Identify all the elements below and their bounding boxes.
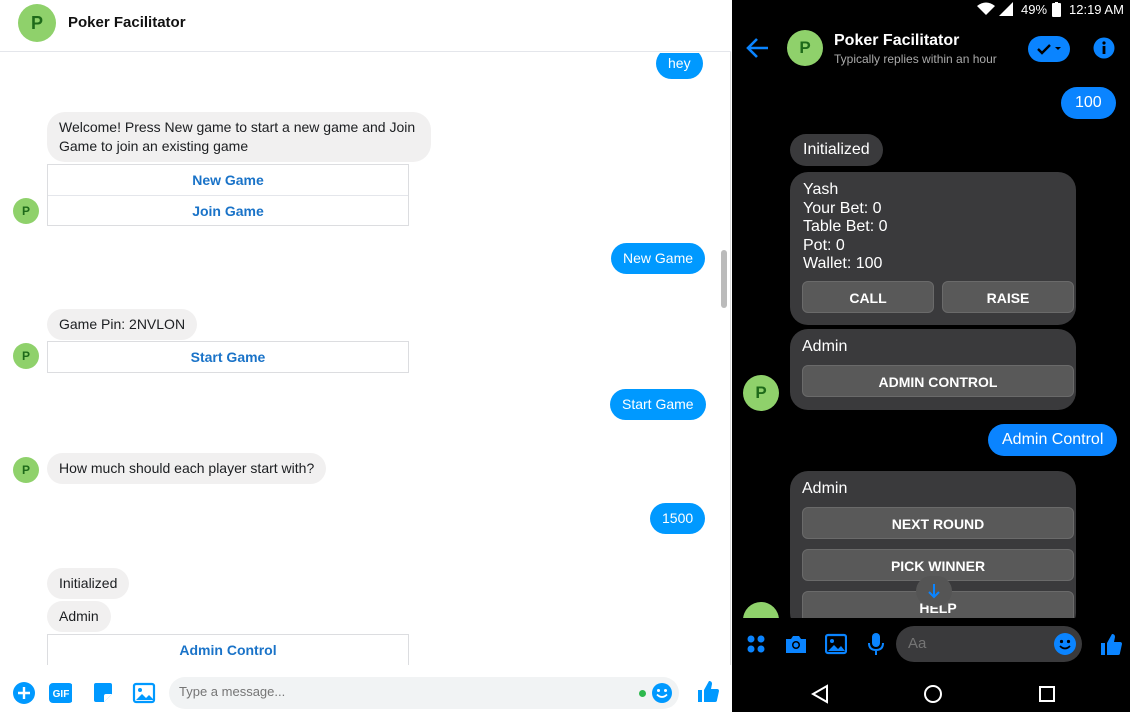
image-icon[interactable] bbox=[824, 633, 848, 660]
player-name: Yash bbox=[803, 181, 839, 198]
outgoing-message: 100 bbox=[1061, 87, 1116, 119]
incoming-message: Initialized bbox=[47, 568, 130, 599]
bot-avatar: P bbox=[743, 375, 779, 411]
raise-button[interactable]: RAISE bbox=[942, 281, 1074, 313]
back-arrow-icon[interactable] bbox=[746, 37, 770, 64]
online-dot bbox=[639, 690, 646, 697]
incoming-message: Initialized bbox=[790, 134, 883, 166]
like-icon[interactable] bbox=[695, 679, 721, 705]
outgoing-message: 1500 bbox=[650, 503, 706, 534]
bot-avatar[interactable]: P bbox=[18, 4, 56, 42]
battery-icon bbox=[1052, 2, 1061, 20]
new-game-button[interactable]: New Game bbox=[48, 165, 408, 195]
bot-avatar: P bbox=[13, 457, 39, 483]
start-game-button[interactable]: Start Game bbox=[48, 342, 408, 372]
recents-nav-icon[interactable] bbox=[1038, 685, 1056, 708]
bot-avatar[interactable]: P bbox=[787, 30, 823, 66]
home-nav-icon[interactable] bbox=[923, 684, 943, 709]
quick-reply-card: New Game Join Game bbox=[47, 164, 409, 226]
pot: Pot: 0 bbox=[803, 236, 845, 254]
message-input[interactable] bbox=[179, 684, 619, 699]
mobile-messenger: 49% 12:19 AM P Poker Facilitator Typical… bbox=[732, 0, 1130, 712]
message-input-container bbox=[169, 677, 679, 709]
message-list[interactable]: hey Welcome! Press New game to start a n… bbox=[0, 53, 722, 665]
gif-icon[interactable]: GIF bbox=[48, 681, 72, 705]
admin-control-button[interactable]: Admin Control bbox=[48, 635, 408, 665]
status-bar: 49% 12:19 AM bbox=[732, 0, 1130, 20]
your-bet: Your Bet: 0 bbox=[803, 199, 882, 217]
desktop-messenger: P Poker Facilitator hey Welcome! Press N… bbox=[0, 0, 731, 712]
signal-icon bbox=[999, 2, 1013, 19]
chat-subtitle: Typically replies within an hour bbox=[834, 52, 997, 66]
table-bet: Table Bet: 0 bbox=[803, 218, 888, 235]
outgoing-message: Admin Control bbox=[988, 424, 1118, 456]
incoming-message: Welcome! Press New game to start a new g… bbox=[47, 112, 431, 162]
clock-text: 12:19 AM bbox=[1069, 2, 1124, 17]
message-input[interactable] bbox=[908, 635, 1038, 652]
wallet: Wallet: 100 bbox=[803, 255, 883, 272]
next-round-button[interactable]: NEXT ROUND bbox=[802, 507, 1074, 539]
info-icon[interactable] bbox=[1093, 37, 1115, 64]
admin-control-button[interactable]: ADMIN CONTROL bbox=[802, 365, 1074, 397]
quick-reply-card: Admin Control bbox=[47, 634, 409, 665]
svg-text:GIF: GIF bbox=[53, 689, 70, 700]
outgoing-message: New Game bbox=[611, 243, 706, 274]
microphone-icon[interactable] bbox=[867, 632, 885, 661]
incoming-message: Admin bbox=[47, 601, 111, 632]
player-status-card: Yash Your Bet: 0 Table Bet: 0 Pot: 0 Wal… bbox=[790, 172, 1076, 325]
camera-icon[interactable] bbox=[784, 633, 808, 660]
bot-avatar: P bbox=[13, 198, 39, 224]
outgoing-message: hey bbox=[656, 53, 703, 79]
message-input-container bbox=[896, 626, 1082, 662]
call-button[interactable]: CALL bbox=[802, 281, 934, 313]
plus-icon[interactable] bbox=[12, 681, 36, 705]
checkmark-dropdown-icon bbox=[1037, 44, 1061, 55]
admin-label: Admin bbox=[802, 480, 848, 497]
bot-avatar: P bbox=[13, 343, 39, 369]
emoji-icon[interactable] bbox=[651, 682, 673, 709]
chat-header: P Poker Facilitator bbox=[0, 0, 731, 52]
sticker-icon[interactable] bbox=[91, 681, 115, 705]
chat-title[interactable]: Poker Facilitator bbox=[834, 32, 959, 50]
outgoing-message: Start Game bbox=[610, 389, 706, 420]
join-game-button[interactable]: Join Game bbox=[48, 195, 408, 225]
emoji-icon[interactable] bbox=[1053, 632, 1077, 661]
battery-text: 49% bbox=[1021, 2, 1048, 17]
incoming-message: Game Pin: 2NVLON bbox=[47, 309, 198, 340]
admin-card: Admin NEXT ROUND PICK WINNER HELP bbox=[790, 471, 1076, 631]
chat-title[interactable]: Poker Facilitator bbox=[68, 14, 186, 31]
like-icon[interactable] bbox=[1098, 632, 1124, 663]
arrow-down-icon bbox=[928, 584, 940, 599]
quick-reply-card: Start Game bbox=[47, 341, 409, 373]
video-call-button[interactable] bbox=[1028, 36, 1070, 62]
admin-label: Admin bbox=[802, 338, 848, 355]
more-icon[interactable] bbox=[746, 634, 766, 659]
wifi-icon bbox=[977, 2, 995, 19]
scrollbar[interactable] bbox=[721, 250, 727, 308]
mobile-chat-header: P Poker Facilitator Typically replies wi… bbox=[732, 20, 1130, 76]
scroll-down-button[interactable] bbox=[916, 576, 952, 606]
back-nav-icon[interactable] bbox=[810, 684, 829, 709]
admin-card: Admin ADMIN CONTROL bbox=[790, 329, 1076, 410]
incoming-message: How much should each player start with? bbox=[47, 453, 327, 484]
android-nav-bar bbox=[732, 672, 1130, 712]
image-icon[interactable] bbox=[132, 681, 156, 705]
